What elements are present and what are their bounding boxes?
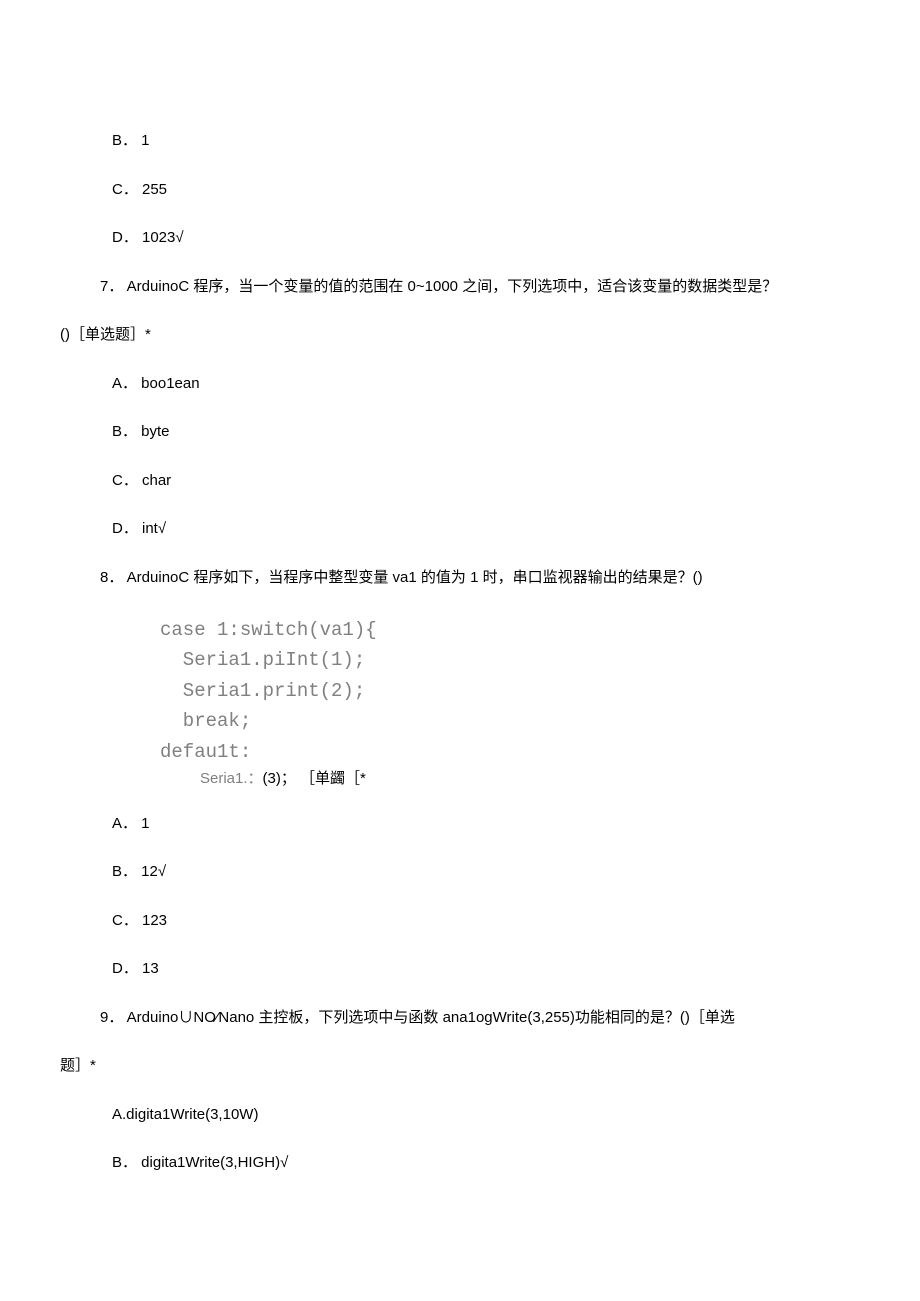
code-line-3: Seria1.print(2);	[160, 676, 920, 706]
code-line-1: case 1:switch(va1){	[160, 615, 920, 645]
option-7d: D． int√	[112, 518, 920, 541]
question-7-stem-line2: ()［单选题］*	[60, 324, 920, 347]
option-7c: C． char	[112, 470, 920, 493]
code-line-4: break;	[160, 706, 920, 736]
question-9-stem-line1: 9． Arduino∪NO⁄Nano 主控板，下列选项中与函数 ana1ogWr…	[100, 1007, 920, 1030]
option-9b: B． digita1Write(3,HIGH)√	[112, 1152, 920, 1175]
option-8a: A． 1	[112, 813, 920, 836]
code-line-6-prefix: Seria1.：	[200, 770, 263, 787]
option-8d: D． 13	[112, 958, 920, 981]
code-line-5: defau1t:	[160, 737, 920, 767]
code-line-6: Seria1.：(3)； ［单蠲［*	[200, 767, 920, 791]
code-line-2: Seria1.piInt(1);	[160, 645, 920, 675]
option-6d: D． 1023√	[112, 227, 920, 250]
option-7a: A． boo1ean	[112, 373, 920, 396]
option-8b: B． 12√	[112, 861, 920, 884]
option-8c: C． 123	[112, 910, 920, 933]
option-9a: A.digita1Write(3,10W)	[112, 1104, 920, 1127]
option-6b: B． 1	[112, 130, 920, 153]
question-7-stem-line1: 7． ArduinoC 程序，当一个变量的值的范围在 0~1000 之间，下列选…	[100, 276, 920, 299]
option-7b: B． byte	[112, 421, 920, 444]
code-block: case 1:switch(va1){ Seria1.piInt(1); Ser…	[160, 615, 920, 791]
code-line-6-rest: (3)； ［单蠲［*	[263, 770, 366, 787]
question-8-stem: 8． ArduinoC 程序如下，当程序中整型变量 va1 的值为 1 时，串口…	[100, 567, 920, 590]
option-6c: C． 255	[112, 179, 920, 202]
question-9-stem-line2: 题］*	[60, 1055, 920, 1078]
